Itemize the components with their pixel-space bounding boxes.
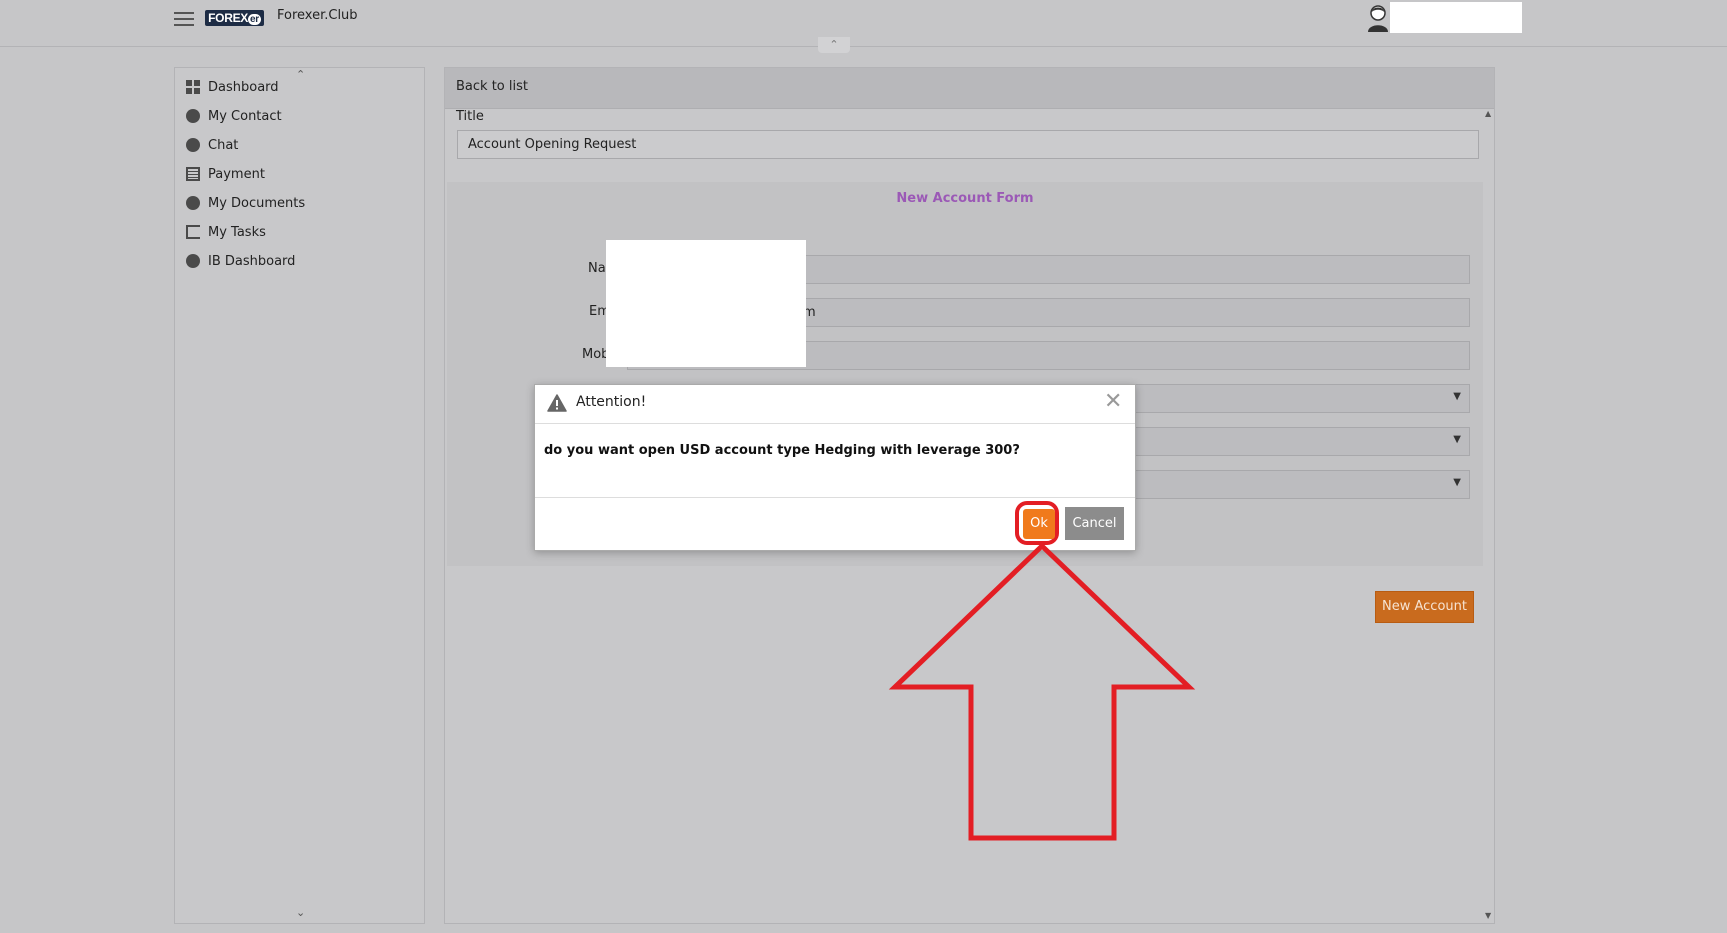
annotation-up-arrow	[888, 542, 1196, 841]
